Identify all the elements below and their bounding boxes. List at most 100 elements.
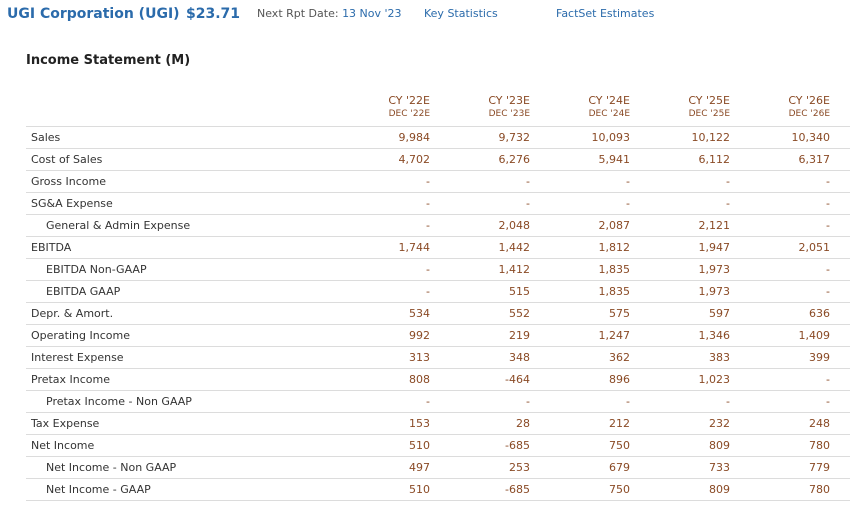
row-value: 750 [609,439,630,452]
row-value: 809 [709,439,730,452]
table-row: Depr. & Amort. 534 552 575 597 636 [26,303,850,325]
row-value: - [626,197,630,210]
row-value: 780 [809,439,830,452]
row-value: 809 [709,483,730,496]
table-row: Tax Expense 153 28 212 232 248 [26,413,850,435]
row-value: - [526,175,530,188]
row-value: - [426,219,430,232]
row-label: Operating Income [31,329,130,342]
next-report-date: Next Rpt Date: 13 Nov '23 [257,7,402,20]
table-row: Sales 9,984 9,732 10,093 10,122 10,340 [26,127,850,149]
row-value: - [426,285,430,298]
column-year: CY '25E [688,94,730,107]
row-value: - [426,175,430,188]
row-value: 2,048 [498,219,531,232]
column-year: CY '22E [388,94,430,107]
next-report-label: Next Rpt Date: [257,7,339,20]
row-value: 2,087 [598,219,631,232]
table-row: Interest Expense 313 348 362 383 399 [26,347,850,369]
column-year: CY '23E [488,94,530,107]
row-value: - [826,285,830,298]
row-value: 399 [809,351,830,364]
row-label: EBITDA [31,241,72,254]
row-value: 28 [516,417,530,430]
row-value: - [426,395,430,408]
row-value: 248 [809,417,830,430]
table-header-row: CY '22E DEC '22E CY '23E DEC '23E CY '24… [26,94,850,126]
table-row: SG&A Expense - - - - - [26,193,850,215]
row-value: - [726,197,730,210]
row-value: 2,121 [698,219,731,232]
row-value: 348 [509,351,530,364]
table-row: Pretax Income - Non GAAP - - - - - [26,391,850,413]
row-value: 9,732 [498,131,531,144]
company-name[interactable]: UGI Corporation (UGI) [7,6,180,22]
column-period: DEC '25E [688,109,730,119]
row-label: Interest Expense [31,351,124,364]
column-header: CY '26E DEC '26E [730,94,830,120]
row-value: 992 [409,329,430,342]
row-value: - [626,175,630,188]
row-value: 1,812 [598,241,631,254]
table-row: Cost of Sales 4,702 6,276 5,941 6,112 6,317 [26,149,850,171]
row-value: 1,947 [698,241,731,254]
table-row: Net Income - Non GAAP 497 253 679 733 779 [26,457,850,479]
table-row: Net Income 510 -685 750 809 780 [26,435,850,457]
table-row: EBITDA GAAP - 515 1,835 1,973 - [26,281,850,303]
factset-estimates-link[interactable]: FactSet Estimates [556,7,654,20]
row-value: - [826,197,830,210]
row-value: 750 [609,483,630,496]
row-value: - [726,395,730,408]
row-value: 1,973 [698,263,731,276]
row-label: Cost of Sales [31,153,103,166]
next-report-value: 13 Nov '23 [342,7,402,20]
column-period: DEC '24E [588,109,630,119]
row-label: Gross Income [31,175,106,188]
row-value: 1,409 [798,329,831,342]
row-label: Tax Expense [31,417,100,430]
row-value: - [826,219,830,232]
row-value: 9,984 [398,131,431,144]
row-value: 253 [509,461,530,474]
row-value: 10,340 [791,131,831,144]
row-value: 153 [409,417,430,430]
row-value: 575 [609,307,630,320]
row-value: - [826,175,830,188]
row-value: 10,093 [591,131,631,144]
row-value: 6,276 [498,153,531,166]
column-period: DEC '22E [388,109,430,119]
row-value: - [526,395,530,408]
row-value: 6,317 [798,153,831,166]
row-label: EBITDA Non-GAAP [46,263,147,276]
row-label: SG&A Expense [31,197,113,210]
column-year: CY '24E [588,94,630,107]
top-bar: UGI Corporation (UGI) $23.71 Next Rpt Da… [0,0,850,30]
row-label: Net Income - GAAP [46,483,151,496]
section-title: Income Statement (M) [26,53,191,68]
income-statement-table: CY '22E DEC '22E CY '23E DEC '23E CY '24… [26,94,850,501]
row-value: 2,051 [798,241,831,254]
row-value: 1,247 [598,329,631,342]
column-period: DEC '26E [788,109,830,119]
row-label: EBITDA GAAP [46,285,121,298]
row-value: 1,835 [598,263,631,276]
row-value: 497 [409,461,430,474]
row-value: - [826,395,830,408]
table-row: Net Income - GAAP 510 -685 750 809 780 [26,479,850,501]
table-body: Sales 9,984 9,732 10,093 10,122 10,340 Cost of… [26,126,850,501]
row-value: 219 [509,329,530,342]
table-row: General & Admin Expense - 2,048 2,087 2,121 - [26,215,850,237]
column-year: CY '26E [788,94,830,107]
row-value: 6,112 [698,153,731,166]
table-row: Pretax Income 808 -464 896 1,023 - [26,369,850,391]
row-value: 1,973 [698,285,731,298]
row-value: -685 [505,483,530,496]
row-label: General & Admin Expense [46,219,191,232]
table-row: Operating Income 992 219 1,247 1,346 1,409 [26,325,850,347]
key-statistics-link[interactable]: Key Statistics [424,7,498,20]
row-value: 779 [809,461,830,474]
row-value: 1,744 [398,241,431,254]
row-label: Net Income - Non GAAP [46,461,177,474]
row-value: - [726,175,730,188]
row-value: 1,442 [498,241,531,254]
